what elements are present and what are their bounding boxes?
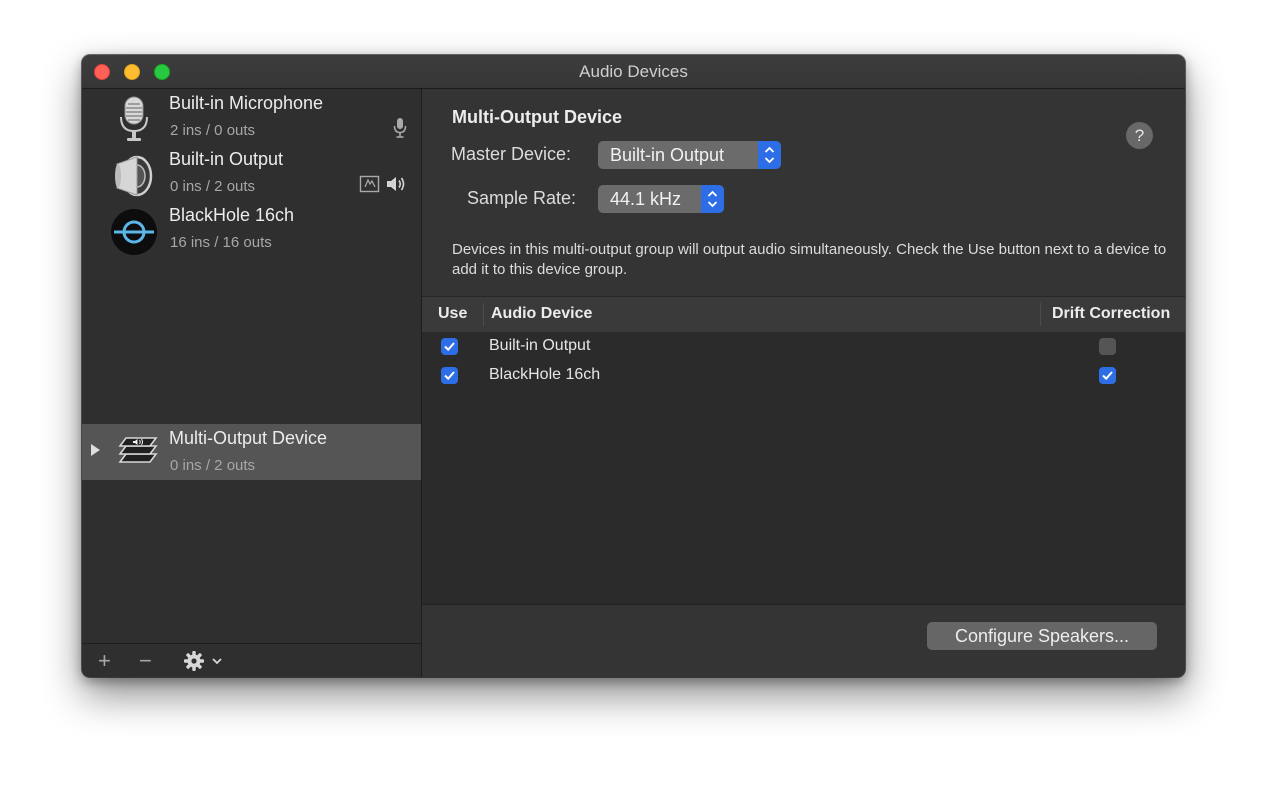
up-down-chevron-icon [701, 185, 724, 213]
device-io-count: 16 ins / 16 outs [170, 234, 272, 251]
device-row-built-in-output[interactable]: Built-in Output 0 ins / 2 outs [82, 145, 421, 201]
device-list-sidebar: Built-in Microphone 2 ins / 0 outs Built… [82, 89, 422, 677]
device-row-built-in-microphone[interactable]: Built-in Microphone 2 ins / 0 outs [82, 89, 421, 145]
table-header: Use Audio Device Drift Correction [422, 296, 1185, 333]
chevron-down-icon [211, 652, 223, 677]
column-header-drift-correction[interactable]: Drift Correction [1052, 305, 1170, 323]
device-detail-pane: Multi-Output Device ? Master Device: Bui… [422, 89, 1185, 677]
configure-speakers-button[interactable]: Configure Speakers... [927, 622, 1157, 650]
column-divider [483, 303, 484, 326]
audio-device-name: Built-in Output [489, 337, 591, 354]
sidebar-footer: + − [82, 643, 421, 677]
row-status [359, 175, 407, 197]
master-device-popup[interactable]: Built-in Output [598, 141, 781, 169]
drift-correction-checkbox[interactable] [1099, 367, 1116, 384]
group-description: Devices in this multi-output group will … [452, 241, 1167, 278]
column-header-use[interactable]: Use [438, 305, 467, 323]
sample-rate-label: Sample Rate: [467, 188, 577, 208]
microphone-icon [110, 95, 158, 143]
up-down-chevron-icon [758, 141, 781, 169]
use-checkbox[interactable] [441, 338, 458, 355]
system-output-icon [359, 174, 381, 199]
disclosure-triangle-icon[interactable] [91, 444, 100, 456]
pane-footer: Configure Speakers... [422, 604, 1185, 677]
table-row: BlackHole 16ch [422, 361, 1185, 390]
blackhole-icon [110, 207, 158, 255]
device-io-count: 2 ins / 0 outs [170, 122, 256, 139]
title-bar: Audio Devices [82, 55, 1185, 89]
speaker-icon [110, 151, 158, 199]
device-name: Built-in Output [169, 149, 284, 169]
device-row-multi-output-device[interactable]: Multi-Output Device 0 ins / 2 outs [82, 424, 421, 480]
sample-rate-value: 44.1 kHz [610, 189, 682, 209]
device-name: Multi-Output Device [169, 428, 328, 448]
pane-title: Multi-Output Device [452, 107, 622, 127]
window-title: Audio Devices [579, 62, 688, 81]
column-divider [1040, 303, 1041, 326]
audio-device-name: BlackHole 16ch [489, 366, 601, 383]
row-status [393, 117, 407, 144]
table-row: Built-in Output [422, 332, 1185, 361]
sample-rate-popup[interactable]: 44.1 kHz [598, 185, 724, 213]
device-name: BlackHole 16ch [169, 205, 295, 225]
device-io-count: 0 ins / 2 outs [170, 178, 256, 195]
device-row-blackhole-16ch[interactable]: BlackHole 16ch 16 ins / 16 outs [82, 201, 421, 257]
default-input-mic-icon [393, 117, 407, 144]
gear-icon [183, 651, 211, 677]
gear-menu-button[interactable] [183, 650, 223, 674]
device-table: Built-in Output BlackHole 16ch [422, 332, 1185, 604]
master-device-value: Built-in Output [610, 145, 725, 165]
device-io-count: 0 ins / 2 outs [170, 457, 256, 474]
column-header-audio-device[interactable]: Audio Device [491, 305, 592, 323]
remove-device-button[interactable]: − [139, 649, 152, 673]
default-output-speaker-icon [385, 175, 407, 198]
use-checkbox[interactable] [441, 367, 458, 384]
drift-correction-checkbox[interactable] [1099, 338, 1116, 355]
add-device-button[interactable]: + [98, 649, 111, 673]
master-device-label: Master Device: [451, 144, 572, 164]
audio-devices-window: Audio Devices Built-in Microphone 2 ins … [82, 55, 1185, 677]
device-name: Built-in Microphone [169, 93, 324, 113]
multi-output-icon [112, 430, 160, 478]
help-button[interactable]: ? [1126, 122, 1153, 149]
